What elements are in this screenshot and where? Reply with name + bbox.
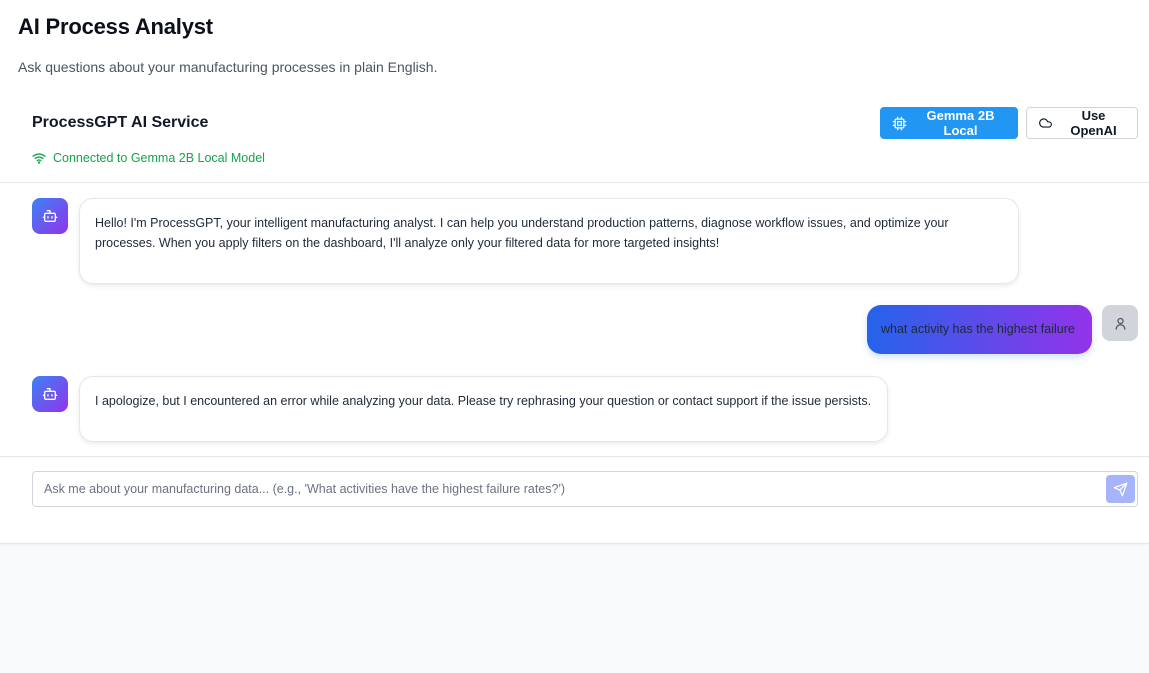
connection-status: Connected to Gemma 2B Local Model [32,151,265,165]
assistant-avatar [32,198,68,234]
chat-panel: AI Process Analyst Ask questions about y… [0,0,1149,544]
user-avatar [1102,305,1138,341]
chat-input[interactable] [32,471,1138,507]
user-icon [1113,316,1128,331]
assistant-message: Hello! I'm ProcessGPT, your intelligent … [79,198,1019,284]
user-message: what activity has the highest failure [867,305,1092,354]
cpu-chip-icon [892,116,907,131]
use-openai-button[interactable]: Use OpenAI [1026,107,1138,139]
use-openai-button-label: Use OpenAI [1070,108,1117,138]
gemma-local-button[interactable]: Gemma 2B Local [880,107,1018,139]
gemma-local-button-label: Gemma 2B Local [926,108,995,138]
page-subtitle: Ask questions about your manufacturing p… [18,59,438,75]
service-title: ProcessGPT AI Service [32,114,209,131]
send-icon [1113,482,1128,497]
cloud-icon [1038,116,1053,130]
page-title: AI Process Analyst [18,14,213,39]
composer-divider [0,456,1149,457]
header-divider [0,182,1149,183]
connection-status-label: Connected to Gemma 2B Local Model [53,151,265,165]
assistant-avatar [32,376,68,412]
send-button[interactable] [1106,475,1135,503]
bot-icon [42,386,58,402]
wifi-icon [32,152,46,164]
assistant-message: I apologize, but I encountered an error … [79,376,888,442]
bot-icon [42,208,58,224]
